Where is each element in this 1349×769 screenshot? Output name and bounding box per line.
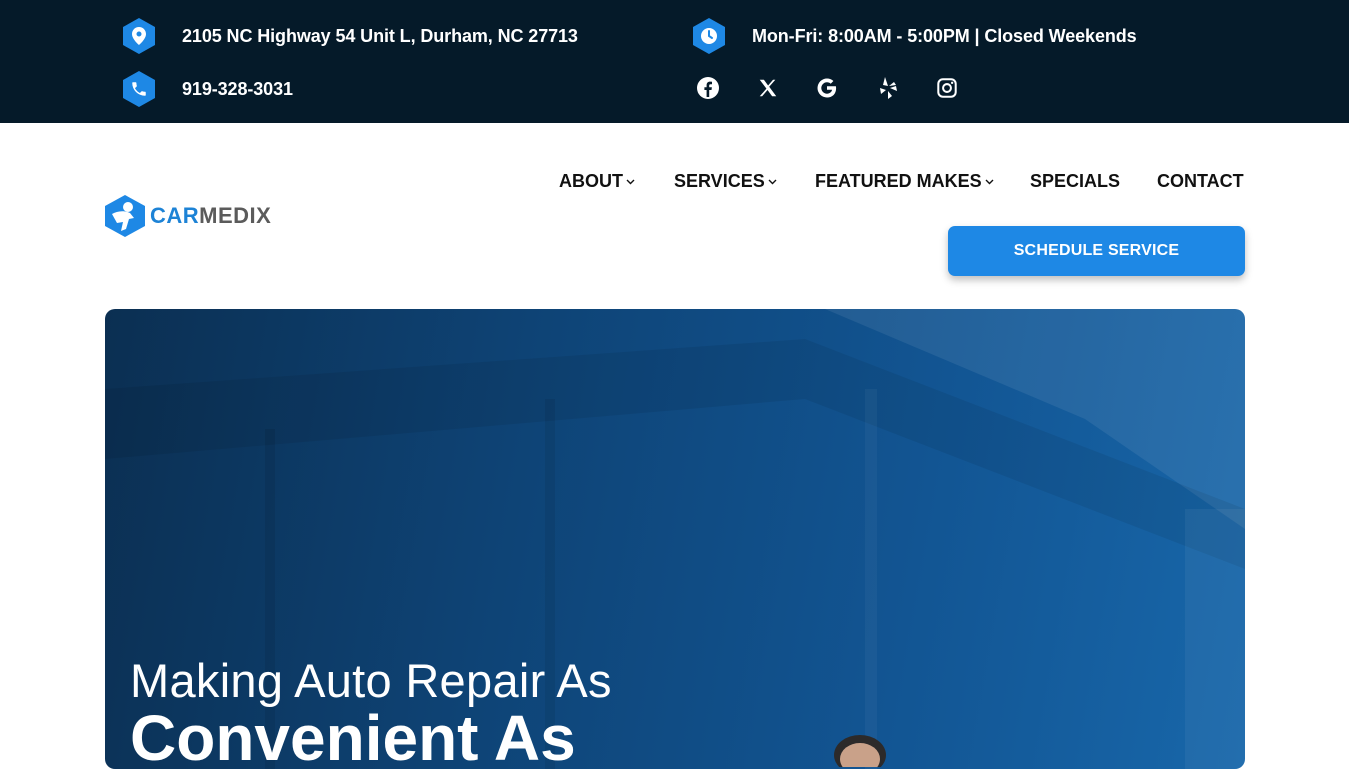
phone-item[interactable]: 919-328-3031 [122, 69, 293, 109]
nav-label: CONTACT [1157, 171, 1244, 191]
yelp-icon[interactable] [872, 73, 902, 103]
nav-label: ABOUT [559, 171, 623, 191]
hours-item: Mon-Fri: 8:00AM - 5:00PM | Closed Weeken… [692, 16, 1137, 56]
hero-banner: Making Auto Repair As Convenient As [105, 309, 1245, 769]
technician-image [834, 735, 886, 767]
instagram-icon[interactable] [932, 73, 962, 103]
map-pin-icon [122, 17, 156, 55]
x-twitter-icon[interactable] [753, 73, 783, 103]
logo-text-medix: MEDIX [199, 203, 272, 228]
clock-icon [692, 17, 726, 55]
nav-item-specials[interactable]: SPECIALS [1030, 171, 1120, 192]
nav-label: FEATURED MAKES [815, 171, 982, 191]
nav-item-featured-makes[interactable]: FEATURED MAKES [815, 171, 994, 192]
facebook-icon[interactable] [693, 73, 723, 103]
hero-heading-line1: Making Auto Repair As [130, 654, 612, 707]
site-logo[interactable]: CARMEDIX [104, 194, 271, 238]
logo-mark-icon [105, 195, 145, 237]
nav-item-contact[interactable]: CONTACT [1157, 171, 1244, 192]
chevron-down-icon [768, 179, 777, 185]
hours-text: Mon-Fri: 8:00AM - 5:00PM | Closed Weeken… [752, 25, 1137, 46]
google-icon[interactable] [812, 73, 842, 103]
schedule-service-button[interactable]: SCHEDULE SERVICE [948, 226, 1245, 276]
nav-item-services[interactable]: SERVICES [674, 171, 777, 192]
hero-heading-line2: Convenient As [130, 702, 576, 769]
nav-item-about[interactable]: ABOUT [559, 171, 635, 192]
top-info-bar: 2105 NC Highway 54 Unit L, Durham, NC 27… [0, 0, 1349, 123]
phone-icon [122, 70, 156, 108]
logo-text-car: CAR [150, 203, 200, 228]
chevron-down-icon [626, 179, 635, 185]
chevron-down-icon [985, 179, 994, 185]
address-text: 2105 NC Highway 54 Unit L, Durham, NC 27… [182, 25, 578, 46]
address-item[interactable]: 2105 NC Highway 54 Unit L, Durham, NC 27… [122, 16, 578, 56]
nav-label: SERVICES [674, 171, 765, 191]
phone-text: 919-328-3031 [182, 78, 293, 99]
nav-label: SPECIALS [1030, 171, 1121, 191]
